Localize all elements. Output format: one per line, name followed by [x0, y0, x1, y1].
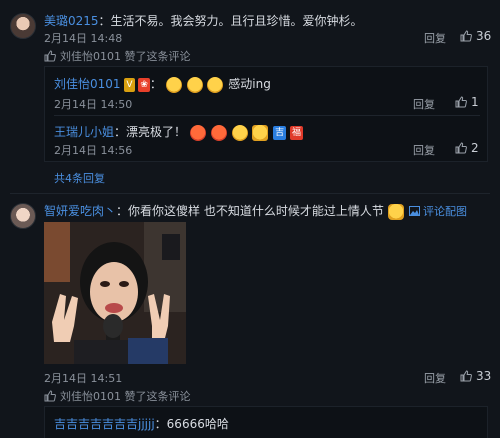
reply-line: 王瑞儿小姐：漂亮极了！ 吉 福 — [54, 123, 304, 141]
cat-emoji-icon — [387, 203, 404, 220]
liked-by-note: 刘佳怡0101 赞了这条评论 — [44, 388, 191, 404]
reply-text: ：66666哈哈 — [154, 417, 229, 431]
like-button[interactable]: 1 — [455, 95, 479, 109]
comment-username[interactable]: 美璐0215 — [44, 14, 99, 28]
comment-username[interactable]: 智妍爱吃肉丶 — [44, 204, 116, 218]
divider — [54, 115, 480, 116]
reply-username[interactable]: 王瑞儿小姐 — [54, 125, 114, 139]
comment-time: 2月14日 14:48 — [44, 32, 123, 45]
emoji-icon — [207, 76, 224, 93]
comment-line: 智妍爱吃肉丶：你看你这傻样 也不知道什么时候才能过上情人节 评论配图 — [44, 202, 467, 220]
thumbs-up-icon — [460, 370, 472, 382]
liked-by-note: 刘佳怡0101 赞了这条评论 — [44, 48, 191, 64]
thumbs-up-icon — [455, 96, 467, 108]
comment-image[interactable] — [44, 222, 186, 364]
emoji-icon — [252, 124, 269, 141]
like-count: 36 — [476, 29, 492, 43]
sticker-icon: 吉 — [273, 125, 287, 140]
avatar[interactable] — [10, 13, 36, 39]
member-badge-icon: ❀ — [138, 77, 150, 92]
reply-line: 吉吉吉吉吉吉吉jjjjj：66666哈哈 — [54, 415, 229, 432]
like-count: 2 — [471, 141, 479, 155]
photo-illustration — [44, 222, 186, 364]
sticker-icon: 福 — [290, 125, 304, 140]
comment-line: 美璐0215：生活不易。我会努力。且行且珍惜。爱你钟杉。 — [44, 12, 363, 29]
thumbs-up-small-icon — [44, 390, 56, 402]
thumbs-up-small-icon — [44, 50, 56, 62]
like-button[interactable]: 2 — [455, 141, 479, 155]
comment-divider — [10, 193, 490, 194]
reply-username[interactable]: 吉吉吉吉吉吉吉jjjjj — [54, 417, 155, 431]
reply-time: 2月14日 14:50 — [54, 98, 133, 111]
reply-username[interactable]: 刘佳怡0101 — [54, 77, 121, 91]
thumbs-up-icon — [460, 30, 472, 42]
emoji-icon — [231, 124, 248, 141]
emoji-icon — [165, 76, 182, 93]
reply-line: 刘佳怡0101 V ❀： 感动ing — [54, 76, 271, 93]
reply-button[interactable]: 回复 — [413, 96, 435, 112]
reply-text: 感动ing — [228, 77, 271, 91]
emoji-icon — [189, 124, 206, 141]
like-count: 1 — [471, 95, 479, 109]
reply-list: 刘佳怡0101 V ❀： 感动ing 2月14日 14:50 回复 1 王瑞儿小… — [44, 66, 488, 162]
emoji-icon — [210, 124, 227, 141]
avatar[interactable] — [10, 203, 36, 229]
more-replies-link[interactable]: 共4条回复 — [54, 170, 105, 186]
reply-button[interactable]: 回复 — [424, 30, 446, 46]
comment-image-link[interactable]: 评论配图 — [408, 205, 467, 218]
v-badge-icon: V — [124, 77, 135, 92]
like-count: 33 — [476, 369, 492, 383]
emoji-icon — [186, 76, 203, 93]
image-icon — [408, 206, 420, 216]
reply-button[interactable]: 回复 — [413, 142, 435, 158]
comment-text: ：生活不易。我会努力。且行且珍惜。爱你钟杉。 — [98, 14, 363, 28]
like-button[interactable]: 33 — [460, 369, 491, 383]
reply-text: ：漂亮极了！ — [114, 125, 187, 139]
like-button[interactable]: 36 — [460, 29, 491, 43]
reply-list: 吉吉吉吉吉吉吉jjjjj：66666哈哈 — [44, 406, 488, 438]
reply-time: 2月14日 14:56 — [54, 144, 133, 157]
comment-text: ：你看你这傻样 也不知道什么时候才能过上情人节 — [116, 204, 384, 218]
thumbs-up-icon — [455, 142, 467, 154]
comment-time: 2月14日 14:51 — [44, 372, 123, 385]
reply-button[interactable]: 回复 — [424, 370, 446, 386]
